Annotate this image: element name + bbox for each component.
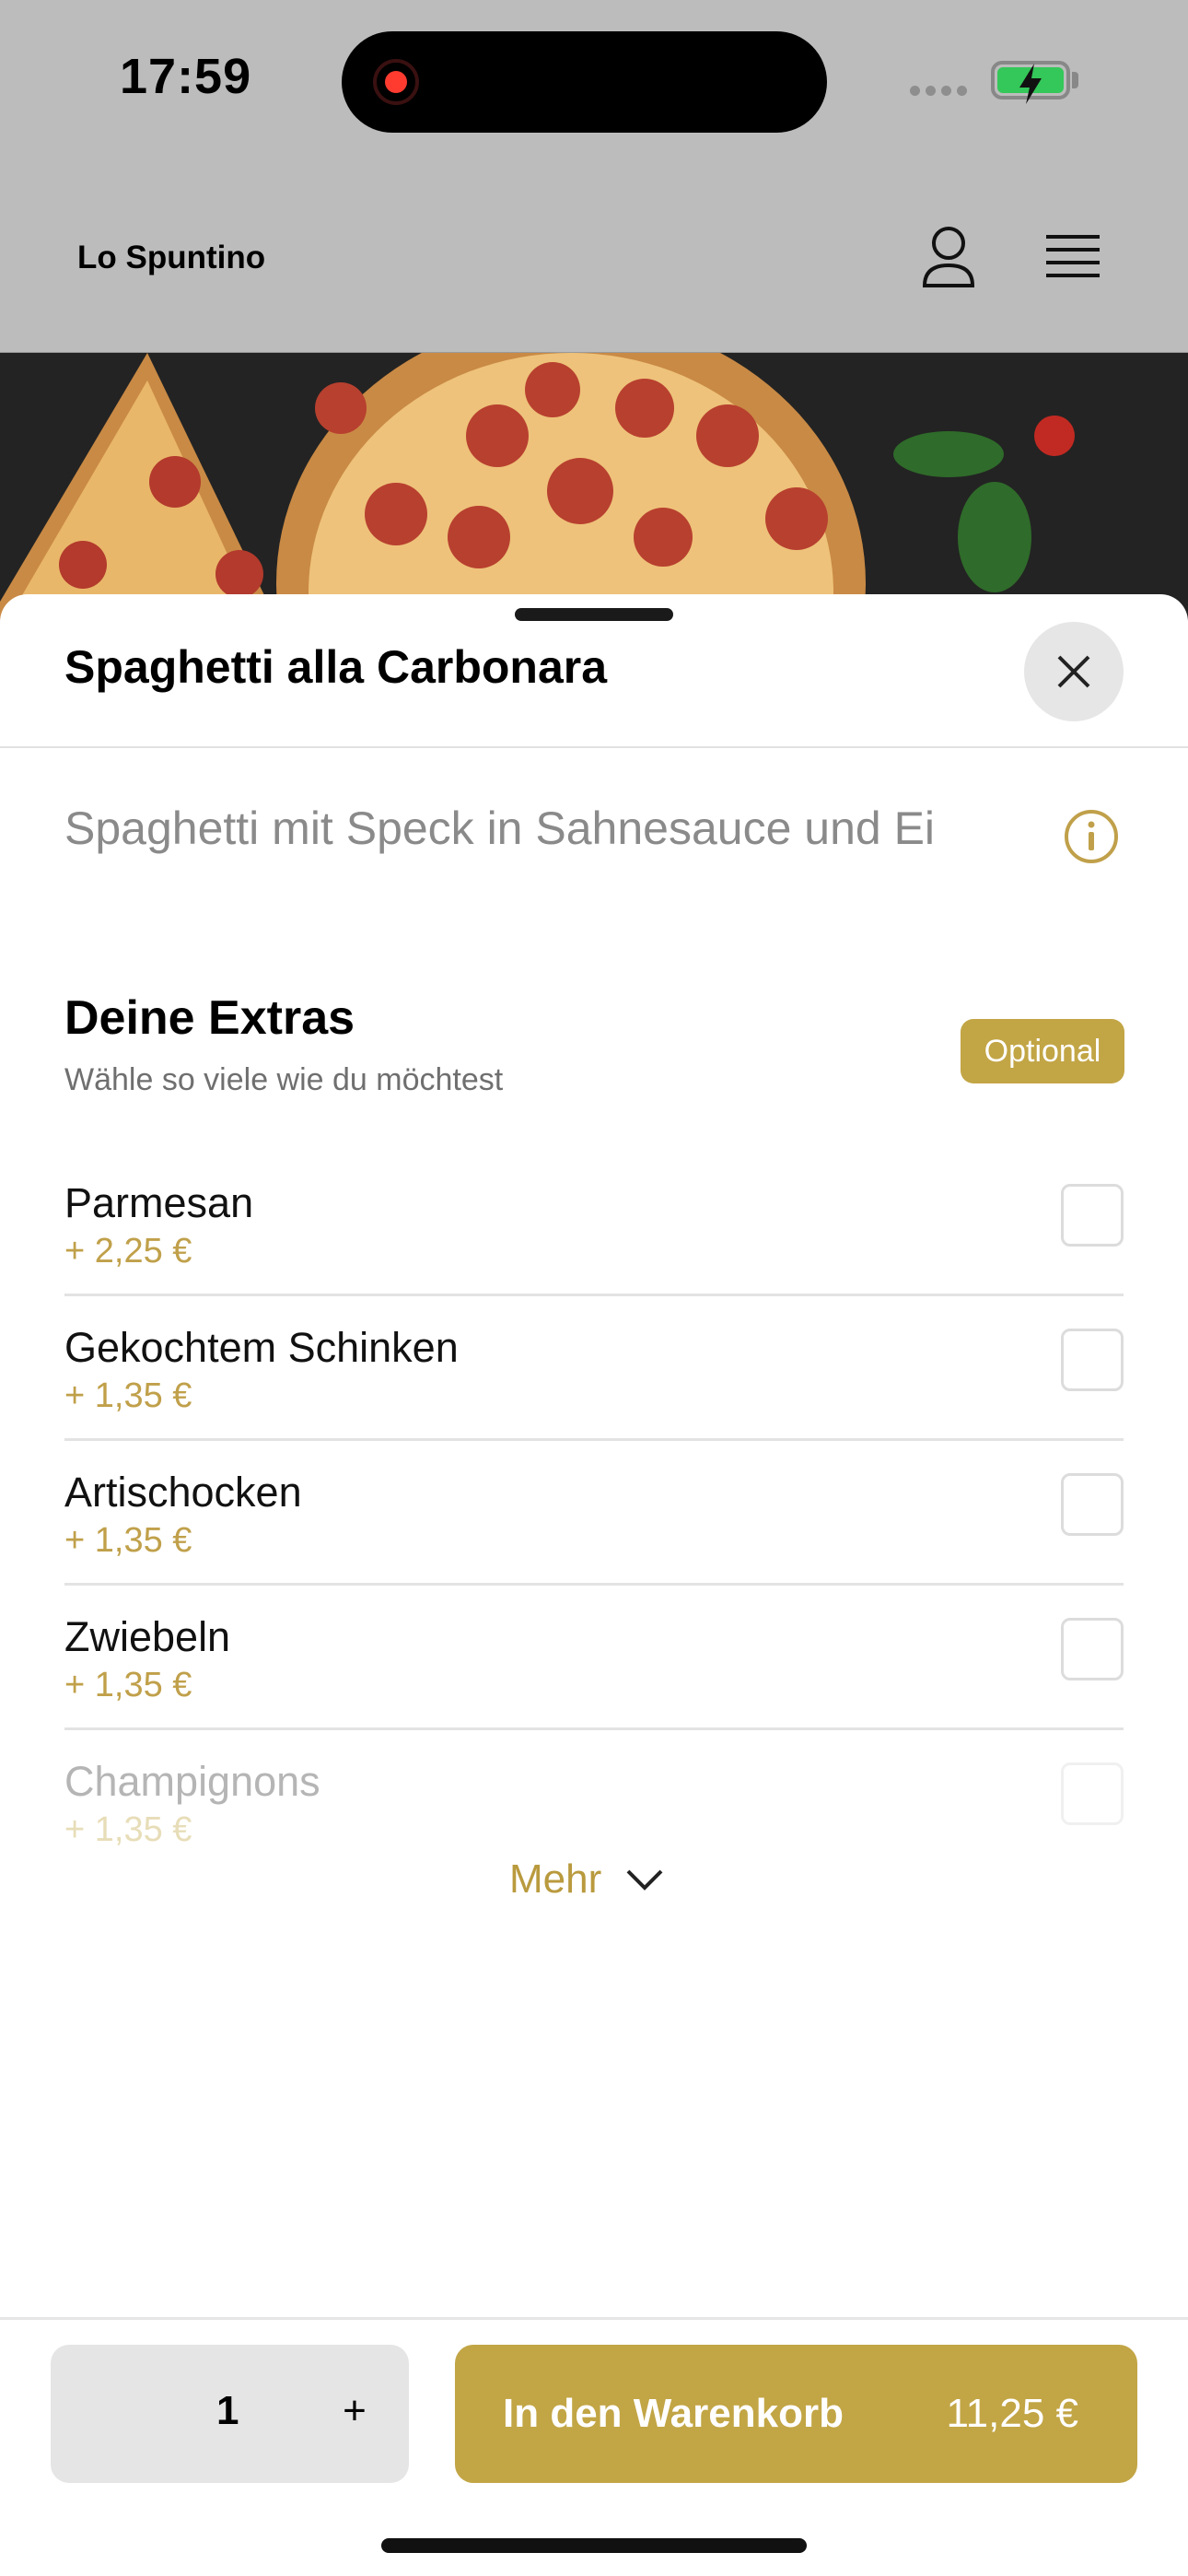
cart-total: 11,25 €	[946, 2391, 1078, 2436]
app-header: Lo Spuntino	[0, 161, 1188, 353]
recording-indicator-icon	[373, 59, 419, 105]
add-to-cart-button[interactable]: In den Warenkorb 11,25 €	[455, 2345, 1137, 2483]
option-price: + 2,25 €	[64, 1232, 192, 1270]
quantity-value: 1	[216, 2388, 239, 2433]
hero-image	[0, 353, 1188, 620]
extras-subtitle: Wähle so viele wie du möchtest	[64, 1062, 504, 1097]
list-item[interactable]: Gekochtem Schinken + 1,35 €	[64, 1296, 1124, 1441]
battery-tip	[1072, 72, 1078, 88]
info-icon[interactable]	[1063, 808, 1120, 865]
battery-icon	[991, 61, 1070, 104]
option-price: + 1,35 €	[64, 1666, 192, 1704]
option-name: Gekochtem Schinken	[64, 1324, 459, 1371]
home-indicator	[381, 2538, 807, 2553]
option-checkbox[interactable]	[1061, 1762, 1124, 1825]
optional-badge: Optional	[961, 1019, 1124, 1083]
sheet-grabber[interactable]	[515, 608, 673, 621]
divider	[0, 2317, 1188, 2320]
list-item[interactable]: Artischocken + 1,35 €	[64, 1441, 1124, 1586]
plus-button[interactable]: +	[327, 2383, 382, 2439]
option-name: Champignons	[64, 1758, 320, 1805]
status-bar: 17:59	[0, 0, 1188, 161]
more-button[interactable]: Mehr	[509, 1856, 664, 1903]
option-checkbox[interactable]	[1061, 1473, 1124, 1536]
dynamic-island	[342, 31, 827, 133]
option-checkbox[interactable]	[1061, 1184, 1124, 1247]
list-item[interactable]: Parmesan + 2,25 €	[64, 1152, 1124, 1296]
quantity-stepper[interactable]: 1 +	[51, 2345, 409, 2483]
option-price: + 1,35 €	[64, 1376, 192, 1415]
option-checkbox[interactable]	[1061, 1618, 1124, 1680]
option-name: Zwiebeln	[64, 1613, 231, 1660]
signal-icon	[910, 86, 967, 96]
more-label: Mehr	[509, 1856, 602, 1902]
option-name: Artischocken	[64, 1469, 302, 1516]
extras-list: Parmesan + 2,25 € Gekochtem Schinken + 1…	[64, 1152, 1124, 1875]
option-checkbox[interactable]	[1061, 1329, 1124, 1391]
close-button[interactable]	[1024, 622, 1124, 721]
user-icon[interactable]	[912, 221, 985, 295]
product-description: Spaghetti mit Speck in Sahnesauce und Ei	[64, 802, 936, 854]
close-icon	[1057, 655, 1090, 688]
option-price: + 1,35 €	[64, 1521, 192, 1560]
chevron-down-icon	[626, 1869, 663, 1891]
product-title: Spaghetti alla Carbonara	[64, 641, 608, 693]
product-sheet: Spaghetti alla Carbonara Spaghetti mit S…	[0, 594, 1188, 2576]
add-to-cart-label: In den Warenkorb	[503, 2391, 844, 2436]
option-price: + 1,35 €	[64, 1810, 192, 1849]
extras-title: Deine Extras	[64, 991, 355, 1045]
brand-name[interactable]: Lo Spuntino	[77, 240, 265, 276]
list-item[interactable]: Zwiebeln + 1,35 €	[64, 1586, 1124, 1730]
hamburger-menu-icon[interactable]	[1041, 226, 1105, 290]
option-name: Parmesan	[64, 1179, 254, 1226]
list-item[interactable]: Champignons + 1,35 €	[64, 1730, 1124, 1875]
divider	[0, 746, 1188, 748]
status-time: 17:59	[120, 49, 252, 104]
